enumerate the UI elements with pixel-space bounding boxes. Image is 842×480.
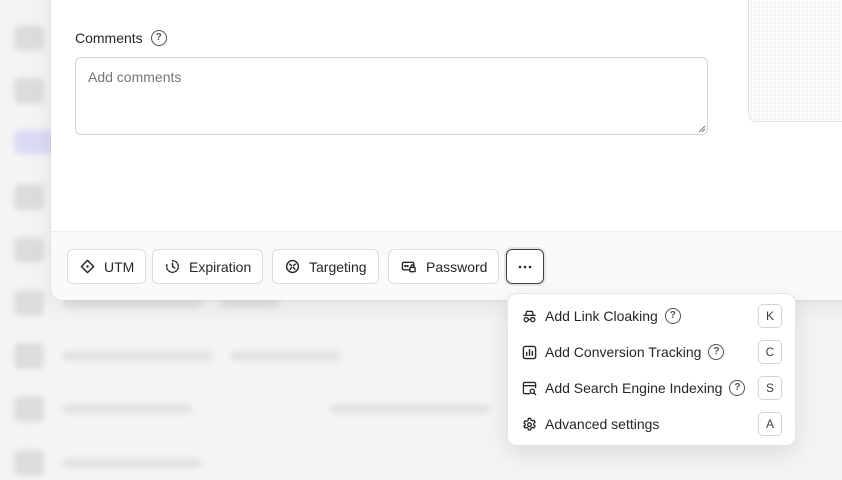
list-item (14, 78, 44, 104)
menu-item-label: Add Search Engine Indexing (545, 380, 723, 396)
password-button[interactable]: Password (388, 249, 500, 284)
targeting-button[interactable]: Targeting (272, 249, 379, 284)
list-item (14, 450, 202, 476)
target-icon (285, 259, 300, 274)
menu-item-conversion-tracking[interactable]: Add Conversion Tracking ? C (508, 334, 795, 370)
menu-item-link-cloaking[interactable]: Add Link Cloaking ? K (508, 298, 795, 334)
more-options-menu: Add Link Cloaking ? K Add Conversion Tra… (507, 293, 796, 446)
clock-icon (166, 259, 179, 273)
utm-label: UTM (104, 258, 135, 275)
chart-icon (521, 344, 537, 360)
help-icon[interactable]: ? (150, 30, 167, 46)
help-icon[interactable]: ? (664, 308, 681, 324)
list-item (14, 184, 44, 210)
help-icon[interactable]: ? (708, 344, 725, 360)
link-preview-image (748, 0, 842, 122)
list-item (14, 237, 44, 263)
list-item (14, 396, 490, 422)
gear-icon (521, 416, 537, 432)
menu-item-label: Advanced settings (545, 416, 660, 432)
tag-icon (80, 259, 95, 274)
comments-label: Comments (75, 30, 143, 46)
password-icon (401, 261, 416, 273)
menu-item-label: Add Conversion Tracking (545, 344, 702, 360)
password-label: Password (426, 258, 488, 275)
menu-item-search-indexing[interactable]: Add Search Engine Indexing ? S (508, 370, 795, 406)
more-options-button[interactable] (506, 249, 544, 284)
utm-button[interactable]: UTM (67, 249, 147, 284)
comments-input[interactable] (75, 57, 708, 135)
expiration-label: Expiration (189, 258, 252, 275)
help-icon[interactable]: ? (729, 380, 746, 396)
search-window-icon (521, 380, 537, 396)
shortcut-badge: C (758, 340, 782, 364)
menu-item-advanced-settings[interactable]: Advanced settings A (508, 406, 795, 442)
menu-item-label: Add Link Cloaking (545, 308, 658, 324)
incognito-icon (521, 308, 537, 324)
options-toolbar: UTM Expiration Targeting Password (51, 231, 842, 300)
targeting-label: Targeting (309, 258, 367, 275)
list-item (14, 343, 340, 369)
list-item (14, 25, 44, 51)
shortcut-badge: A (758, 412, 782, 436)
shortcut-badge: K (758, 304, 782, 328)
ellipsis-icon (518, 265, 532, 268)
link-editor-modal: Comments ? UTM Expiration Targeting (51, 0, 842, 300)
expiration-button[interactable]: Expiration (152, 249, 264, 284)
shortcut-badge: S (758, 376, 782, 400)
comments-label-row: Comments ? (75, 30, 167, 46)
list-item-highlight (14, 130, 54, 154)
resize-grip-icon[interactable] (698, 125, 706, 133)
